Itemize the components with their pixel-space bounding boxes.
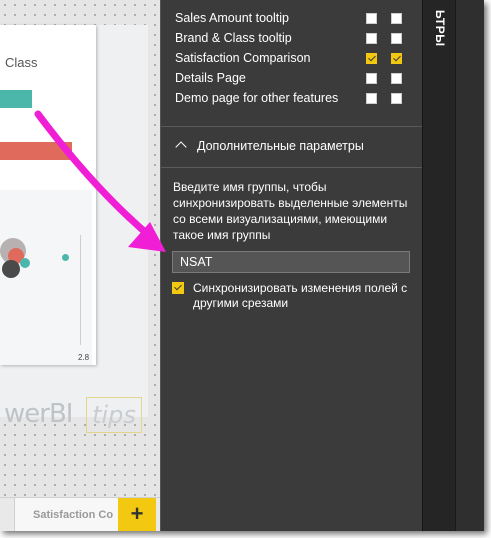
scatter-point xyxy=(2,260,20,278)
sync-page-list: Sales Amount tooltip Brand & Class toolt… xyxy=(161,8,423,108)
divider xyxy=(161,167,423,168)
list-item: Demo page for other features xyxy=(161,88,423,108)
group-name-input[interactable] xyxy=(172,251,410,273)
page-tab-satisfaction[interactable]: Satisfaction Co xyxy=(14,498,119,531)
visible-checkbox[interactable] xyxy=(391,73,402,84)
visible-checkbox[interactable] xyxy=(391,13,402,24)
advanced-options-title: Дополнительные параметры xyxy=(197,139,364,153)
bar-teal xyxy=(0,90,32,108)
sync-checkbox[interactable] xyxy=(366,93,377,104)
report-canvas[interactable]: Class 2.8 werBI tips Satisfaction Co + xyxy=(0,0,160,531)
group-description: Введите имя группы, чтобы синхронизирова… xyxy=(173,180,408,242)
advanced-options-header[interactable]: Дополнительные параметры xyxy=(161,127,423,167)
scatter-point xyxy=(20,258,30,268)
logo-tips: tips xyxy=(92,401,136,429)
powerbi-logo: werBI xyxy=(4,399,73,429)
page-name: Sales Amount tooltip xyxy=(175,11,289,25)
list-item: Details Page xyxy=(161,68,423,88)
page-name: Brand & Class tooltip xyxy=(175,31,292,45)
filters-label: ЬТРЫ xyxy=(433,10,447,47)
visible-checkbox[interactable] xyxy=(391,93,402,104)
visualizations-pane-collapsed[interactable] xyxy=(455,0,484,531)
page-name: Satisfaction Comparison xyxy=(175,51,311,65)
page-tab-bar: Satisfaction Co + xyxy=(0,497,160,531)
axis-tick-label: 2.8 xyxy=(78,353,90,362)
filters-pane-collapsed[interactable]: ЬТРЫ xyxy=(422,0,456,531)
page-name: Details Page xyxy=(175,71,246,85)
chart-title-class: Class xyxy=(5,55,38,70)
logo-text: werBI xyxy=(4,399,73,429)
report-page: Class 2.8 werBI tips xyxy=(0,25,148,433)
list-item: Satisfaction Comparison xyxy=(161,48,423,68)
visible-checkbox[interactable] xyxy=(391,53,402,64)
chevron-up-icon[interactable] xyxy=(175,141,187,153)
sync-checkbox[interactable] xyxy=(366,13,377,24)
page-tab-label: Satisfaction Co xyxy=(33,509,114,521)
sync-checkbox[interactable] xyxy=(366,73,377,84)
visible-checkbox[interactable] xyxy=(391,33,402,44)
add-page-button[interactable]: + xyxy=(118,498,156,531)
sync-field-changes-checkbox[interactable] xyxy=(172,282,184,294)
sync-field-changes-label: Синхронизировать изменения полей с други… xyxy=(193,281,408,310)
app-window: Class 2.8 werBI tips Satisfaction Co + S… xyxy=(0,0,484,531)
axis-line xyxy=(80,235,81,345)
sync-slicers-pane: Sales Amount tooltip Brand & Class toolt… xyxy=(160,0,423,531)
plus-icon: + xyxy=(130,501,144,526)
sync-checkbox[interactable] xyxy=(366,53,377,64)
scatter-visual[interactable] xyxy=(0,190,92,365)
sync-checkbox[interactable] xyxy=(366,33,377,44)
list-item: Brand & Class tooltip xyxy=(161,28,423,48)
chart-card[interactable]: Class 2.8 xyxy=(0,25,96,365)
tips-logo: tips xyxy=(86,397,142,433)
scatter-point xyxy=(62,254,69,261)
list-item: Sales Amount tooltip xyxy=(161,8,423,28)
page-name: Demo page for other features xyxy=(175,91,339,105)
bar-red xyxy=(0,142,72,160)
